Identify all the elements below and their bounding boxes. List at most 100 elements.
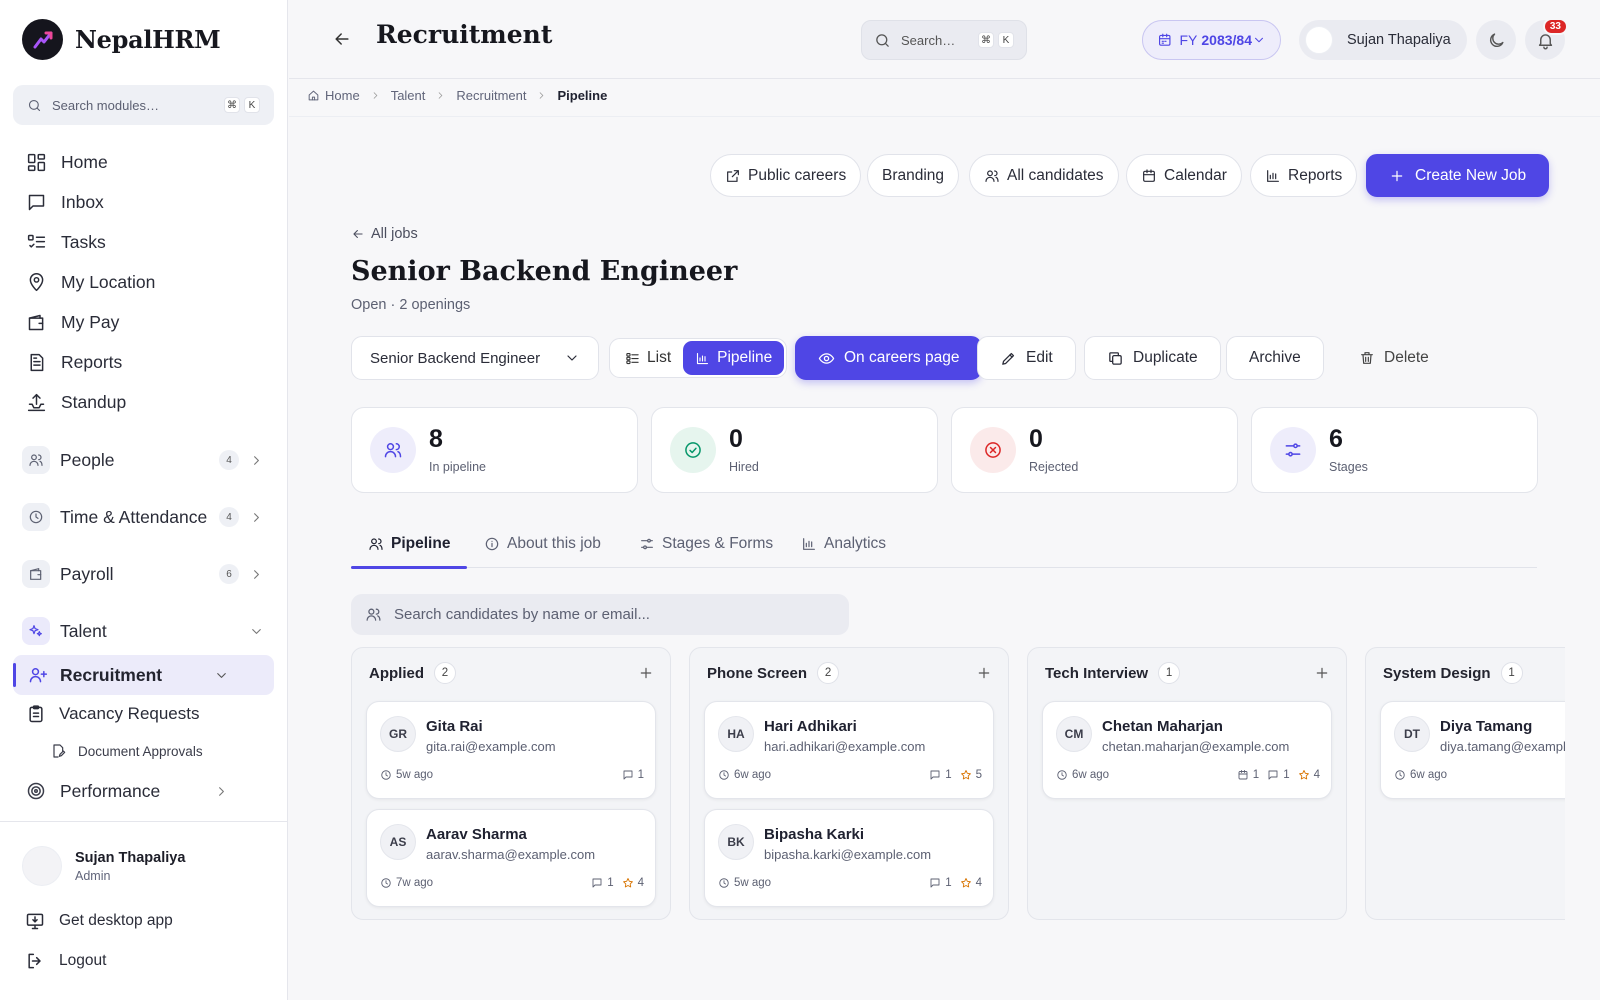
tab-about-this-job[interactable]: About this job xyxy=(484,520,601,567)
delete-button[interactable]: Delete xyxy=(1336,336,1452,380)
duplicate-button[interactable]: Duplicate xyxy=(1084,336,1221,380)
comment-count: 1 xyxy=(637,769,644,781)
tab-analytics[interactable]: Analytics xyxy=(801,520,886,567)
edit-button[interactable]: Edit xyxy=(977,336,1076,380)
tab-pipeline[interactable]: Pipeline xyxy=(351,520,468,569)
shortcut-hint: ⌘ K xyxy=(978,32,1014,48)
comment-count: 1 xyxy=(945,877,952,889)
column-count-badge: 2 xyxy=(817,662,840,684)
sidebar-item-home[interactable]: Home xyxy=(13,143,274,181)
sidebar-item-standup[interactable]: Standup xyxy=(13,383,274,421)
notifications-button[interactable]: 33 xyxy=(1525,18,1568,60)
pipeline-column-applied: Applied 2 GR Gita Rai gita.rai@example.c… xyxy=(351,647,671,920)
arrow-left-icon xyxy=(335,33,349,45)
divider xyxy=(0,821,288,822)
sidebar-item-label: Vacancy Requests xyxy=(59,704,200,723)
sidebar-group-talent[interactable]: Talent xyxy=(13,611,274,651)
link-label: Logout xyxy=(59,952,107,969)
global-search-input[interactable]: Search… ⌘ K xyxy=(861,20,1027,60)
comment-icon xyxy=(930,770,940,780)
sparkles-icon xyxy=(22,617,50,645)
rating-value: 4 xyxy=(975,877,982,889)
add-candidate-button[interactable] xyxy=(976,665,992,681)
column-title: System Design xyxy=(1383,664,1491,682)
add-candidate-button[interactable] xyxy=(638,665,654,681)
sidebar-item-label: My Pay xyxy=(61,311,120,332)
candidate-search-input[interactable]: Search candidates by name or email... xyxy=(351,594,849,635)
people-icon xyxy=(22,446,50,474)
breadcrumb-recruitment[interactable]: Recruitment xyxy=(456,88,526,103)
add-candidate-button[interactable] xyxy=(1314,665,1330,681)
all-jobs-link[interactable]: All jobs xyxy=(351,226,418,242)
candidate-card[interactable]: HA Hari Adhikari hari.adhikari@example.c… xyxy=(704,701,994,799)
moon-icon xyxy=(1489,32,1504,47)
job-select[interactable]: Senior Backend Engineer xyxy=(351,336,599,380)
comment-icon xyxy=(930,878,940,888)
breadcrumb-talent[interactable]: Talent xyxy=(391,88,426,103)
comment-count: 1 xyxy=(607,877,614,889)
sidebar-user[interactable]: Sujan Thapaliya Admin xyxy=(22,846,185,886)
plus-icon xyxy=(1316,667,1328,679)
candidate-card[interactable]: AS Aarav Sharma aarav.sharma@example.com… xyxy=(366,809,656,907)
sidebar-group-people[interactable]: People 4 xyxy=(13,440,274,480)
stat-card-stages: 6 Stages xyxy=(1251,407,1538,493)
plus-icon xyxy=(1391,170,1403,181)
branding-button[interactable]: Branding xyxy=(867,154,960,197)
sidebar-item-document-approvals[interactable]: Document Approvals xyxy=(50,743,203,759)
sidebar-group-performance[interactable]: Performance xyxy=(13,771,274,811)
get-desktop-app-link[interactable]: Get desktop app xyxy=(25,911,173,931)
archive-button[interactable]: Archive xyxy=(1226,336,1324,380)
candidate-card[interactable]: CM Chetan Maharjan chetan.maharjan@examp… xyxy=(1042,701,1332,799)
create-new-job-button[interactable]: Create New Job xyxy=(1366,154,1550,197)
users-icon xyxy=(370,427,416,473)
candidate-card[interactable]: GR Gita Rai gita.rai@example.com 5w ago … xyxy=(366,701,656,799)
back-button[interactable] xyxy=(332,29,352,49)
user-menu[interactable]: Sujan Thapaliya xyxy=(1299,20,1467,60)
view-list-button[interactable]: List xyxy=(613,341,683,375)
module-search-input[interactable]: Search modules… ⌘ K xyxy=(13,85,274,125)
tab-stages-forms[interactable]: Stages & Forms xyxy=(639,520,773,567)
sidebar-item-my-pay[interactable]: My Pay xyxy=(13,303,274,341)
grid-icon xyxy=(27,153,46,171)
button-label: Create New Job xyxy=(1415,166,1527,184)
job-title: Senior Backend Engineer xyxy=(351,256,738,287)
bar-chart-icon xyxy=(1267,169,1279,182)
view-pipeline-button[interactable]: Pipeline xyxy=(683,341,785,375)
target-icon xyxy=(22,777,50,805)
avatar: HA xyxy=(718,716,754,752)
sidebar-item-inbox[interactable]: Inbox xyxy=(13,183,274,221)
shortcut-hint: ⌘ K xyxy=(224,97,260,113)
on-careers-page-button[interactable]: On careers page xyxy=(795,336,983,380)
sidebar-group-payroll[interactable]: Payroll 6 xyxy=(13,554,274,594)
rating-value: 4 xyxy=(637,877,644,889)
public-careers-button[interactable]: Public careers xyxy=(710,154,862,197)
button-label: Archive xyxy=(1249,349,1301,366)
all-candidates-button[interactable]: All candidates xyxy=(969,154,1119,197)
sidebar-item-tasks[interactable]: Tasks xyxy=(13,223,274,261)
breadcrumb-home[interactable]: Home xyxy=(325,88,360,103)
logout-button[interactable]: Logout xyxy=(25,951,106,971)
stat-label: In pipeline xyxy=(429,459,486,474)
sidebar-item-vacancy-requests[interactable]: Vacancy Requests xyxy=(26,704,199,724)
link-label: Get desktop app xyxy=(59,912,173,929)
sidebar-item-my-location[interactable]: My Location xyxy=(13,263,274,301)
tab-label: About this job xyxy=(507,534,601,552)
candidate-name: Diya Tamang xyxy=(1440,718,1533,735)
candidate-card[interactable]: BK Bipasha Karki bipasha.karki@example.c… xyxy=(704,809,994,907)
calendar-button[interactable]: Calendar xyxy=(1126,154,1242,197)
brand[interactable]: NepalHRM xyxy=(22,19,221,60)
users-icon xyxy=(366,608,381,621)
sidebar-item-reports[interactable]: Reports xyxy=(13,343,274,381)
sidebar-group-label: Time & Attendance xyxy=(60,506,208,527)
reports-button[interactable]: Reports xyxy=(1250,154,1358,197)
clock-icon xyxy=(719,878,729,888)
fy-prefix: FY xyxy=(1179,32,1198,48)
sidebar-group-time-attendance[interactable]: Time & Attendance 4 xyxy=(13,497,274,537)
theme-toggle-button[interactable] xyxy=(1476,20,1516,60)
candidate-card[interactable]: DT Diya Tamang diya.tamang@example.com 6… xyxy=(1380,701,1565,799)
calendar-icon xyxy=(1238,770,1248,780)
column-count-badge: 1 xyxy=(1158,662,1181,684)
fiscal-year-select[interactable]: FY 2083/84 xyxy=(1142,20,1281,60)
sidebar-item-recruitment[interactable]: Recruitment xyxy=(13,655,274,695)
home-icon xyxy=(308,90,319,101)
